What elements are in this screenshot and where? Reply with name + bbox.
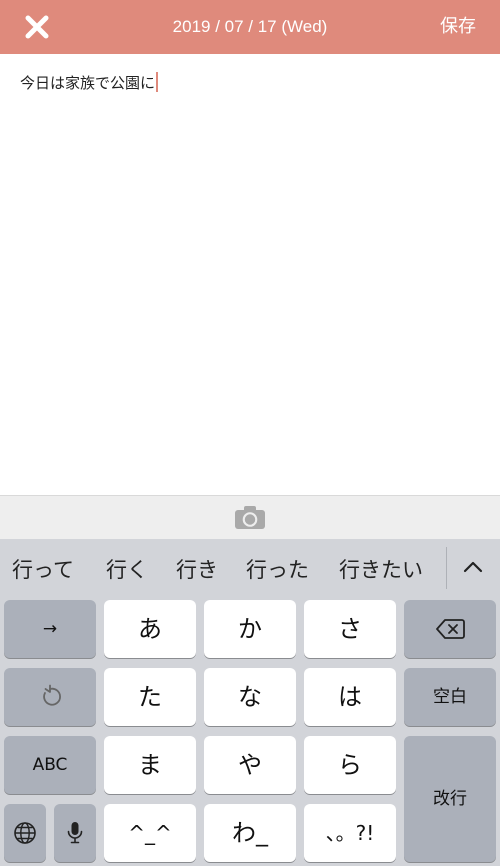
kana-key-a[interactable]: あ	[104, 600, 196, 658]
kana-key-na[interactable]: な	[204, 668, 296, 726]
kana-key-ha[interactable]: は	[304, 668, 396, 726]
save-button[interactable]: 保存	[440, 0, 476, 54]
kana-key-ka[interactable]: か	[204, 600, 296, 658]
punctuation-key[interactable]: 、。?!	[304, 804, 396, 862]
text-caret	[156, 72, 159, 92]
arrow-key-label: →	[42, 619, 58, 639]
editor-text: 今日は家族で公園に	[20, 74, 156, 92]
kana-key-ra[interactable]: ら	[304, 736, 396, 794]
suggestion-divider	[446, 547, 447, 589]
camera-button[interactable]	[234, 504, 266, 530]
suggestion-item[interactable]: 行って	[12, 539, 74, 599]
diary-editor[interactable]: 今日は家族で公園に	[0, 54, 500, 495]
abc-key[interactable]: ABC	[4, 736, 96, 794]
abc-key-label: ABC	[32, 755, 68, 775]
photo-toolbar	[0, 495, 500, 539]
suggestion-item[interactable]: 行く	[106, 539, 148, 599]
camera-icon	[235, 506, 265, 529]
backspace-key[interactable]	[404, 600, 496, 658]
backspace-icon	[436, 619, 465, 639]
kana-key-ma[interactable]: ま	[104, 736, 196, 794]
suggestion-toggle-button[interactable]	[456, 549, 490, 585]
suggestion-item[interactable]: 行った	[246, 539, 309, 599]
japanese-keyboard: → あ か さ た な は 空白 ABC ま や ら 改行 ^_^ わ_ 、。?…	[0, 595, 500, 866]
globe-icon	[14, 822, 36, 844]
kana-key-wa[interactable]: わ_	[204, 804, 296, 862]
entry-date: 2019 / 07 / 17 (Wed)	[172, 17, 328, 36]
undo-key[interactable]	[4, 668, 96, 726]
space-key-label: 空白	[433, 687, 467, 707]
chevron-up-icon	[463, 561, 483, 573]
undo-icon	[43, 684, 61, 706]
microphone-key[interactable]	[54, 804, 96, 862]
space-key[interactable]: 空白	[404, 668, 496, 726]
kana-key-ta[interactable]: た	[104, 668, 196, 726]
app-header: 2019 / 07 / 17 (Wed) 保存	[0, 0, 500, 54]
suggestion-bar: 行って 行く 行き 行った 行きたい	[0, 539, 500, 595]
suggestion-item[interactable]: 行きたい	[339, 539, 423, 599]
emoticon-key[interactable]: ^_^	[104, 804, 196, 862]
suggestion-item[interactable]: 行き	[176, 539, 218, 599]
kana-key-sa[interactable]: さ	[304, 600, 396, 658]
microphone-icon	[67, 822, 83, 844]
kana-key-ya[interactable]: や	[204, 736, 296, 794]
return-key-label: 改行	[433, 789, 467, 809]
arrow-key[interactable]: →	[4, 600, 96, 658]
globe-key[interactable]	[4, 804, 46, 862]
return-key[interactable]: 改行	[404, 736, 496, 862]
editor-content[interactable]: 今日は家族で公園に	[20, 72, 159, 94]
